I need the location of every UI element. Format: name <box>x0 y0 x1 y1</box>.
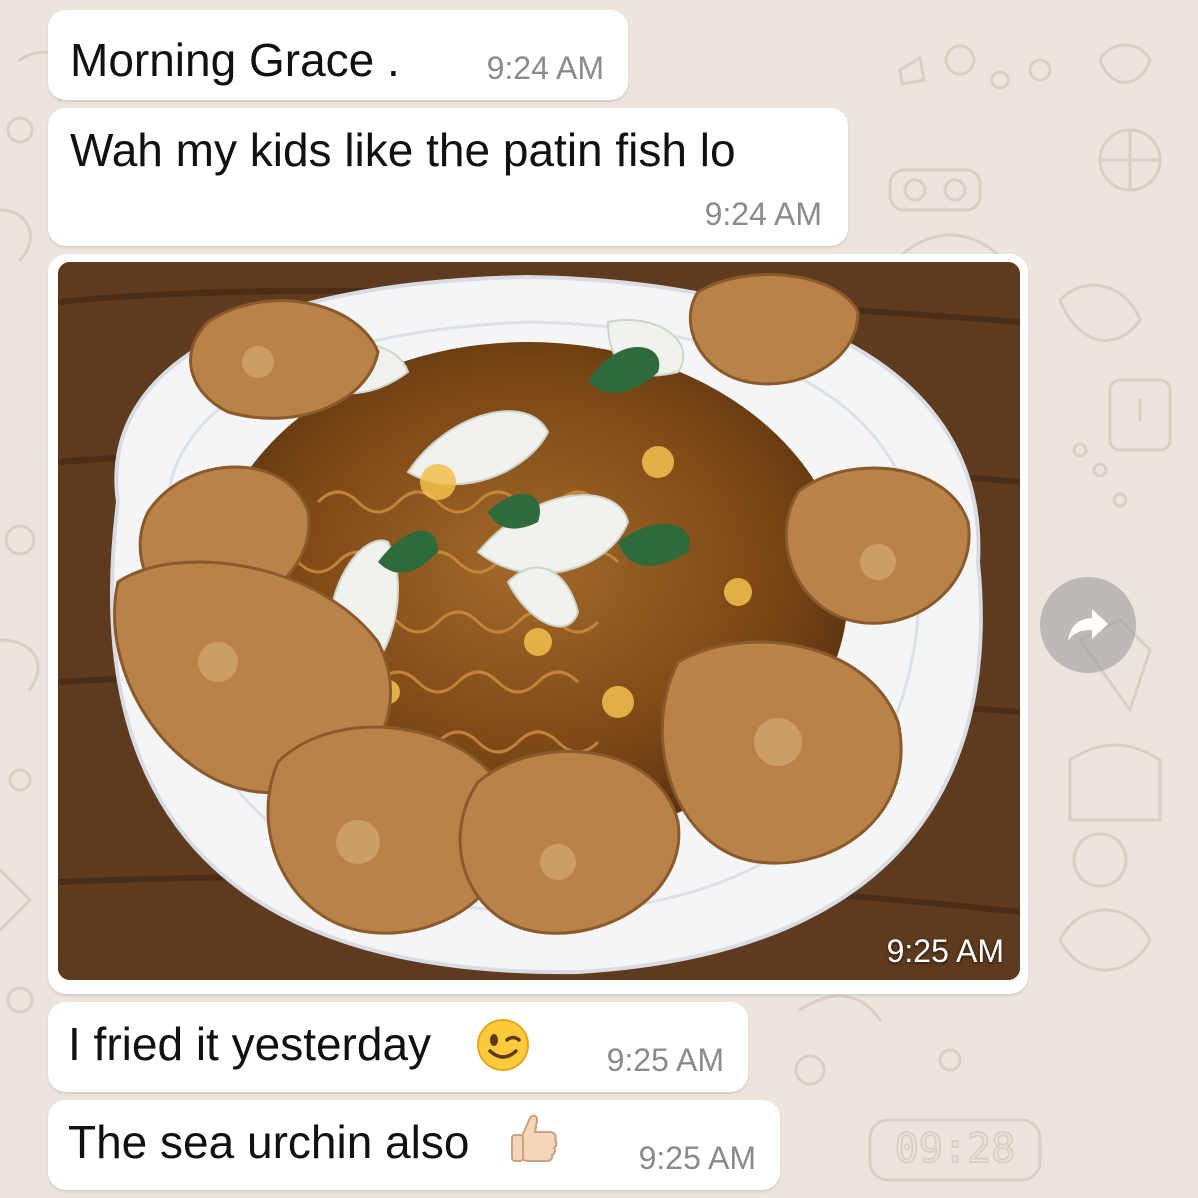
winking-face-icon <box>477 1019 529 1071</box>
forward-arrow-icon <box>1068 609 1108 641</box>
message-bubble[interactable]: Wah my kids like the patin fish lo 9:24 … <box>48 108 848 246</box>
message-timestamp: 9:25 AM <box>606 1042 724 1078</box>
message-timestamp: 9:24 AM <box>486 50 604 86</box>
message-text: Wah my kids like the patin fish lo <box>70 124 736 176</box>
message-bubble[interactable]: The sea urchin also 9:25 AM <box>48 1100 780 1190</box>
message-bubble[interactable]: Morning Grace . 9:24 AM <box>48 10 628 100</box>
photo-timestamp: 9:25 AM <box>886 933 1004 969</box>
forward-button[interactable] <box>1040 577 1136 673</box>
message-timestamp: 9:25 AM <box>638 1140 756 1176</box>
message-text: The sea urchin also <box>68 1116 470 1168</box>
photo-of-fried-noodles-with-fried-fish <box>58 262 1020 980</box>
message-text: Morning Grace . <box>70 34 400 86</box>
message-photo[interactable]: 9:25 AM <box>58 262 1020 980</box>
wallpaper-clock-doodle: 09:28 <box>895 1126 1015 1172</box>
message-bubble[interactable]: I fried it yesterday 9:25 AM <box>48 1002 748 1092</box>
message-text: I fried it yesterday <box>68 1018 432 1070</box>
thumbs-up-icon <box>511 1114 558 1162</box>
message-timestamp: 9:24 AM <box>704 196 822 232</box>
image-message-bubble[interactable]: 9:25 AM <box>48 254 1028 994</box>
